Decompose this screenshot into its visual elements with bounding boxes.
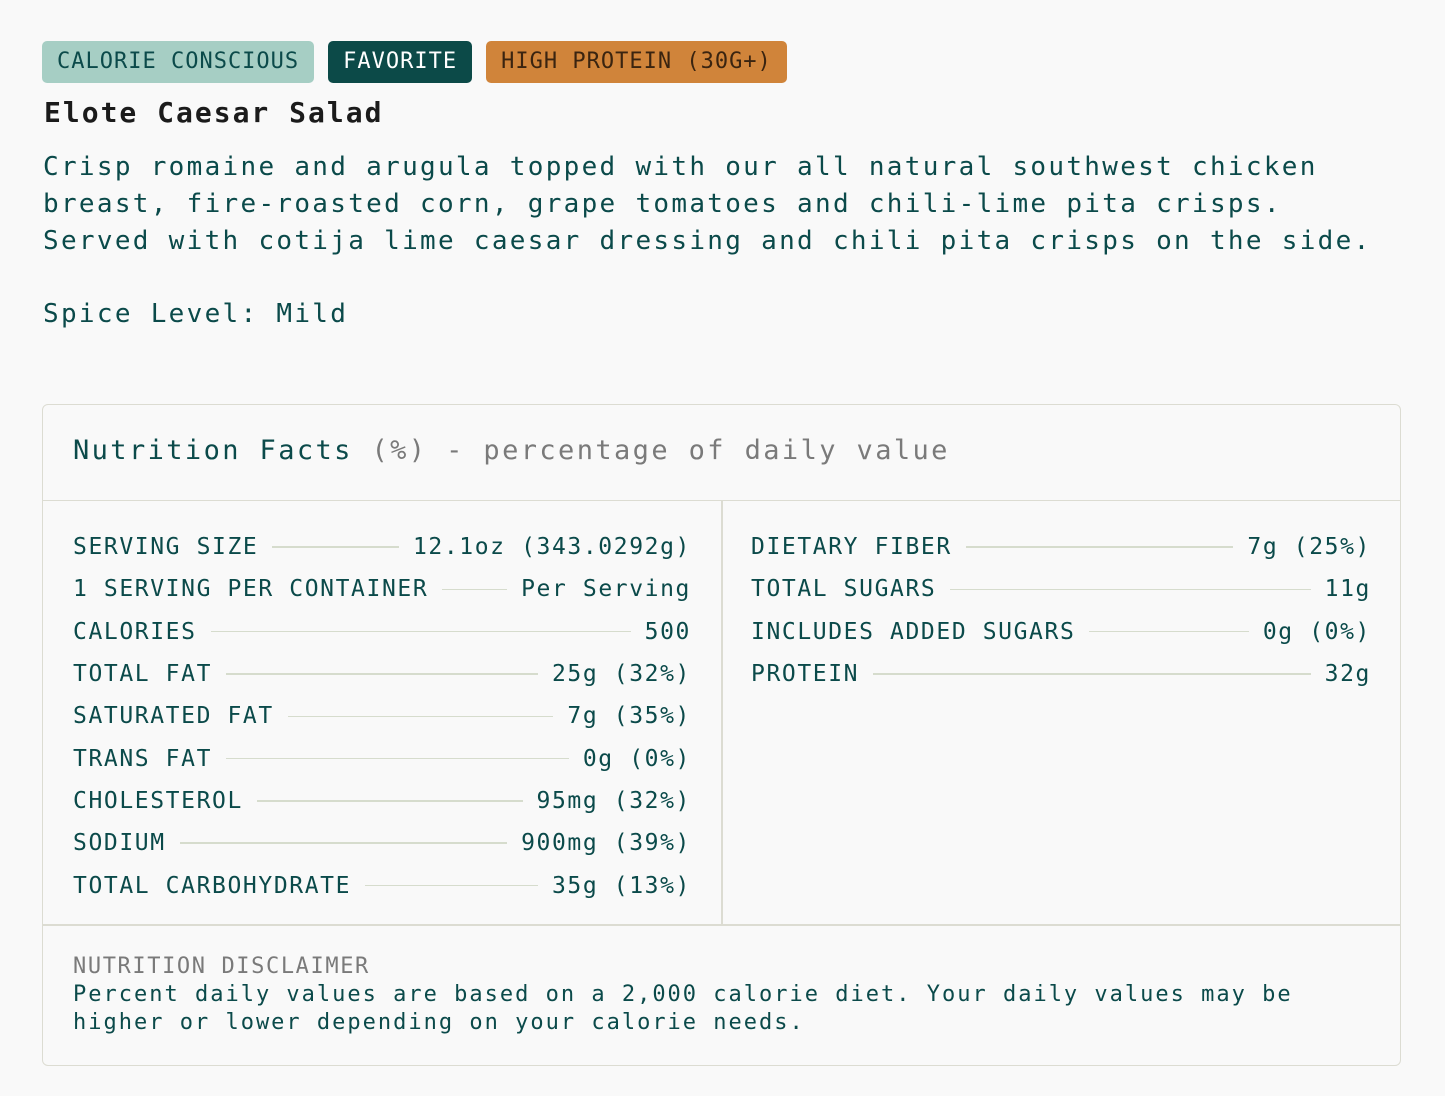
nutrition-row: INCLUDES ADDED SUGARS 0g (0%) <box>751 611 1371 653</box>
nutrition-heading-note: (%) - percentage of daily value <box>371 435 950 466</box>
nutrition-row: TOTAL SUGARS 11g <box>751 568 1371 610</box>
nutrient-value: 12.1oz (343.0292g) <box>412 534 691 561</box>
nutrient-value: 7g (25%) <box>1247 534 1371 561</box>
disclaimer-title: NUTRITION DISCLAIMER <box>73 954 370 979</box>
nutrient-value: 95mg (32%) <box>536 787 691 814</box>
nutrition-panel: Nutrition Facts (%) - percentage of dail… <box>42 404 1401 1066</box>
disclaimer-divider <box>43 924 1400 926</box>
leader-line <box>950 588 1311 591</box>
leader-line <box>873 673 1311 675</box>
nutrition-row: TOTAL FAT 25g (32%) <box>73 653 691 695</box>
nutrient-label: TOTAL FAT <box>73 661 213 688</box>
nutrition-row: CALORIES 500 <box>73 611 691 653</box>
nutrient-label: SODIUM <box>73 830 166 857</box>
leader-line <box>287 715 554 718</box>
nutrition-row: SATURATED FAT 7g (35%) <box>73 695 691 737</box>
nutrition-row: TRANS FAT 0g (0%) <box>73 737 691 779</box>
nutrient-label: 1 SERVING PER CONTAINER <box>73 576 429 603</box>
tag-favorite: FAVORITE <box>328 41 473 83</box>
nutrient-label: TOTAL CARBOHYDRATE <box>73 872 352 899</box>
leader-line <box>226 673 538 675</box>
nutrient-label: TRANS FAT <box>73 745 213 772</box>
nutrient-label: DIETARY FIBER <box>751 534 952 561</box>
spice-level: Spice Level: Mild <box>43 299 349 329</box>
item-title: Elote Caesar Salad <box>44 96 384 129</box>
nutrition-row: TOTAL CARBOHYDRATE 35g (13%) <box>73 864 691 906</box>
tag-list: CALORIE CONSCIOUS FAVORITE HIGH PROTEIN … <box>42 41 787 83</box>
leader-line <box>965 546 1234 548</box>
nutrient-value: 900mg (39%) <box>521 830 691 857</box>
nutrient-label: SATURATED FAT <box>73 703 274 730</box>
nutrient-value: 0g (0%) <box>1262 618 1371 645</box>
leader-line <box>1089 630 1249 633</box>
nutrient-label: PROTEIN <box>751 661 860 688</box>
nutrition-row: CHOLESTEROL 95mg (32%) <box>73 780 691 822</box>
nutrition-row: PROTEIN 32g <box>751 653 1371 695</box>
nutrition-row: DIETARY FIBER 7g (25%) <box>751 526 1371 568</box>
nutrient-label: CHOLESTEROL <box>73 787 243 814</box>
nutrient-value: Per Serving <box>521 576 691 603</box>
leader-line <box>179 842 508 844</box>
leader-line <box>226 757 569 760</box>
nutrition-heading: Nutrition Facts <box>73 435 353 466</box>
nutrient-label: TOTAL SUGARS <box>751 576 937 603</box>
nutrition-row: 1 SERVING PER CONTAINER Per Serving <box>73 568 691 610</box>
nutrition-column-left: SERVING SIZE 12.1oz (343.0292g) 1 SERVIN… <box>73 526 691 907</box>
leader-line <box>365 884 538 887</box>
nutrient-label: SERVING SIZE <box>73 534 259 561</box>
leader-line <box>442 588 508 591</box>
nutrient-value: 35g (13%) <box>551 872 691 899</box>
nutrient-value: 32g <box>1324 661 1371 688</box>
nutrient-label: INCLUDES ADDED SUGARS <box>751 618 1076 645</box>
nutrient-label: CALORIES <box>73 618 197 645</box>
nutrient-value: 25g (32%) <box>551 661 691 688</box>
nutrition-disclaimer: NUTRITION DISCLAIMER Percent daily value… <box>73 953 1373 1037</box>
nutrient-value: 500 <box>644 618 691 645</box>
disclaimer-text: Percent daily values are based on a 2,00… <box>73 982 1293 1035</box>
tag-calorie-conscious: CALORIE CONSCIOUS <box>42 41 315 83</box>
tag-high-protein: HIGH PROTEIN (30G+) <box>486 41 787 83</box>
leader-line <box>272 546 399 548</box>
column-divider <box>721 500 723 924</box>
nutrient-value: 11g <box>1324 576 1371 603</box>
nutrition-row: SERVING SIZE 12.1oz (343.0292g) <box>73 526 691 568</box>
leader-line <box>256 800 523 802</box>
nutrition-row: SODIUM 900mg (39%) <box>73 822 691 864</box>
item-description: Crisp romaine and arugula topped with ou… <box>43 152 1372 256</box>
nutrient-value: 7g (35%) <box>567 703 691 730</box>
nutrition-header: Nutrition Facts (%) - percentage of dail… <box>43 405 1400 501</box>
nutrient-value: 0g (0%) <box>582 745 691 772</box>
nutrition-column-right: DIETARY FIBER 7g (25%) TOTAL SUGARS 11g … <box>751 526 1371 695</box>
leader-line <box>210 630 631 633</box>
